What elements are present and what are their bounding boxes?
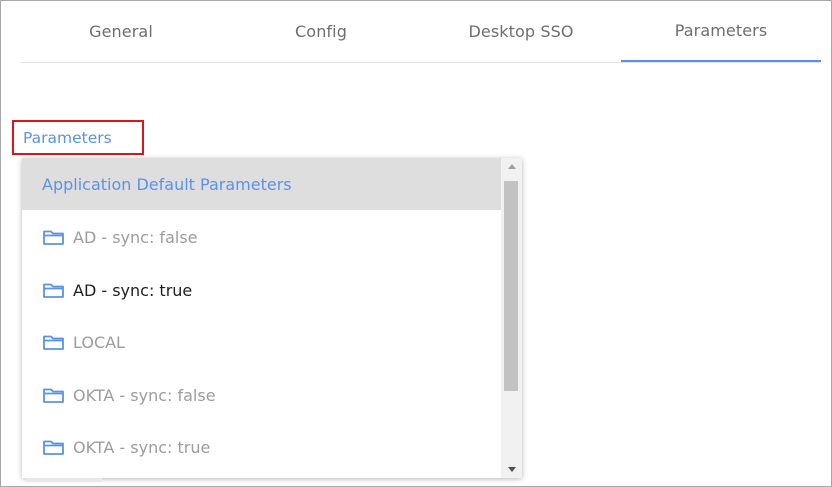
option-label: OKTA - sync: false — [73, 385, 216, 405]
tab-general[interactable]: General — [21, 0, 221, 62]
tab-bar: General Config Desktop SSO Parameters — [21, 0, 821, 63]
scrollbar-thumb[interactable] — [504, 181, 518, 391]
option-application-default-parameters[interactable]: Application Default Parameters — [22, 158, 501, 210]
parameters-dropdown-list: Application Default Parameters AD - sync… — [22, 158, 522, 478]
scroll-up-arrow-icon[interactable] — [501, 158, 522, 175]
option-ad-sync-true[interactable]: AD - sync: true — [22, 264, 501, 316]
option-label: OKTA - sync: true — [73, 437, 211, 457]
scroll-down-arrow-icon[interactable] — [501, 461, 522, 478]
option-local[interactable]: LOCAL — [22, 316, 501, 368]
underlying-control-edge — [26, 478, 102, 482]
option-ad-sync-false[interactable]: AD - sync: false — [22, 211, 501, 263]
dropdown-scrollbar[interactable] — [501, 158, 522, 478]
tab-config[interactable]: Config — [221, 0, 421, 62]
parameters-label-text: Parameters — [23, 128, 112, 147]
folder-icon — [43, 440, 64, 455]
option-okta-sync-true[interactable]: OKTA - sync: true — [22, 421, 501, 473]
folder-icon — [43, 388, 64, 403]
parameters-field-label[interactable]: Parameters — [12, 120, 144, 155]
option-okta-sync-false[interactable]: OKTA - sync: false — [22, 369, 501, 421]
tab-parameters[interactable]: Parameters — [621, 0, 821, 62]
option-label: AD - sync: false — [73, 227, 198, 247]
option-label: LOCAL — [73, 332, 125, 352]
tab-desktop-sso[interactable]: Desktop SSO — [421, 0, 621, 62]
folder-icon — [43, 230, 64, 245]
folder-icon — [43, 335, 64, 350]
option-label: AD - sync: true — [73, 280, 193, 300]
folder-icon — [43, 283, 64, 298]
option-header-text: Application Default Parameters — [42, 174, 292, 194]
